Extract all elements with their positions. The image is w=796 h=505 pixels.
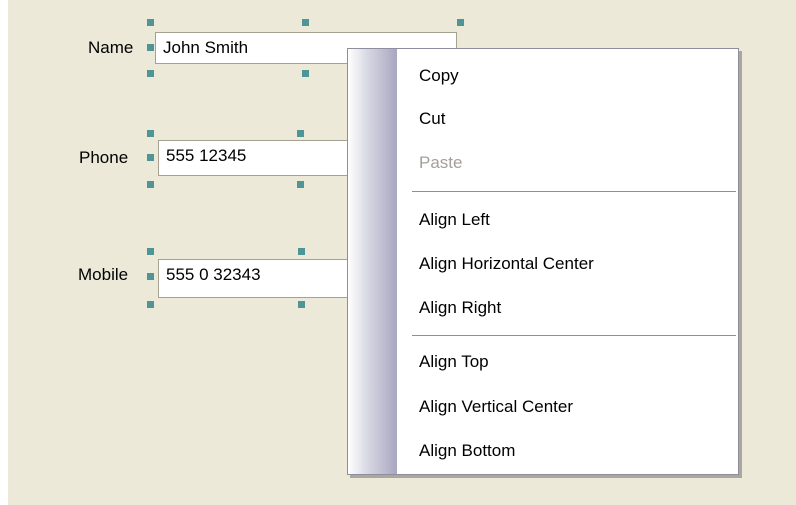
resize-handle-w[interactable] [147, 273, 154, 280]
resize-handle-nw[interactable] [147, 248, 154, 255]
phone-label: Phone [79, 148, 129, 167]
menu-item-align-bottom[interactable]: Align Bottom [419, 441, 515, 461]
resize-handle-sw[interactable] [147, 70, 154, 77]
menu-separator [412, 335, 736, 337]
mobile-textbox[interactable]: 555 0 32343 [158, 259, 358, 298]
menu-separator [412, 191, 736, 193]
resize-handle-ne[interactable] [457, 19, 464, 26]
menu-item-align-right[interactable]: Align Right [419, 298, 501, 318]
resize-handle-s[interactable] [302, 70, 309, 77]
resize-handle-n[interactable] [297, 130, 304, 137]
resize-handle-n[interactable] [302, 19, 309, 26]
mobile-label: Mobile [78, 265, 129, 284]
resize-handle-w[interactable] [147, 44, 154, 51]
resize-handle-w[interactable] [147, 154, 154, 161]
menu-item-paste[interactable]: Paste [419, 153, 462, 173]
menu-item-cut[interactable]: Cut [419, 109, 445, 129]
name-label: Name [88, 38, 134, 57]
resize-handle-s[interactable] [298, 301, 305, 308]
resize-handle-nw[interactable] [147, 130, 154, 137]
context-menu: Copy Cut Paste Align Left Align Horizont… [347, 48, 739, 475]
phone-textbox[interactable]: 555 12345 [158, 140, 358, 176]
menu-item-align-vertical-center[interactable]: Align Vertical Center [419, 397, 573, 417]
resize-handle-s[interactable] [297, 181, 304, 188]
resize-handle-n[interactable] [298, 248, 305, 255]
resize-handle-nw[interactable] [147, 19, 154, 26]
menu-item-align-top[interactable]: Align Top [419, 352, 489, 372]
menu-icon-gutter [348, 49, 397, 474]
menu-item-copy[interactable]: Copy [419, 66, 459, 86]
resize-handle-sw[interactable] [147, 301, 154, 308]
menu-item-align-left[interactable]: Align Left [419, 210, 490, 230]
menu-item-align-horizontal-center[interactable]: Align Horizontal Center [419, 254, 594, 274]
resize-handle-sw[interactable] [147, 181, 154, 188]
